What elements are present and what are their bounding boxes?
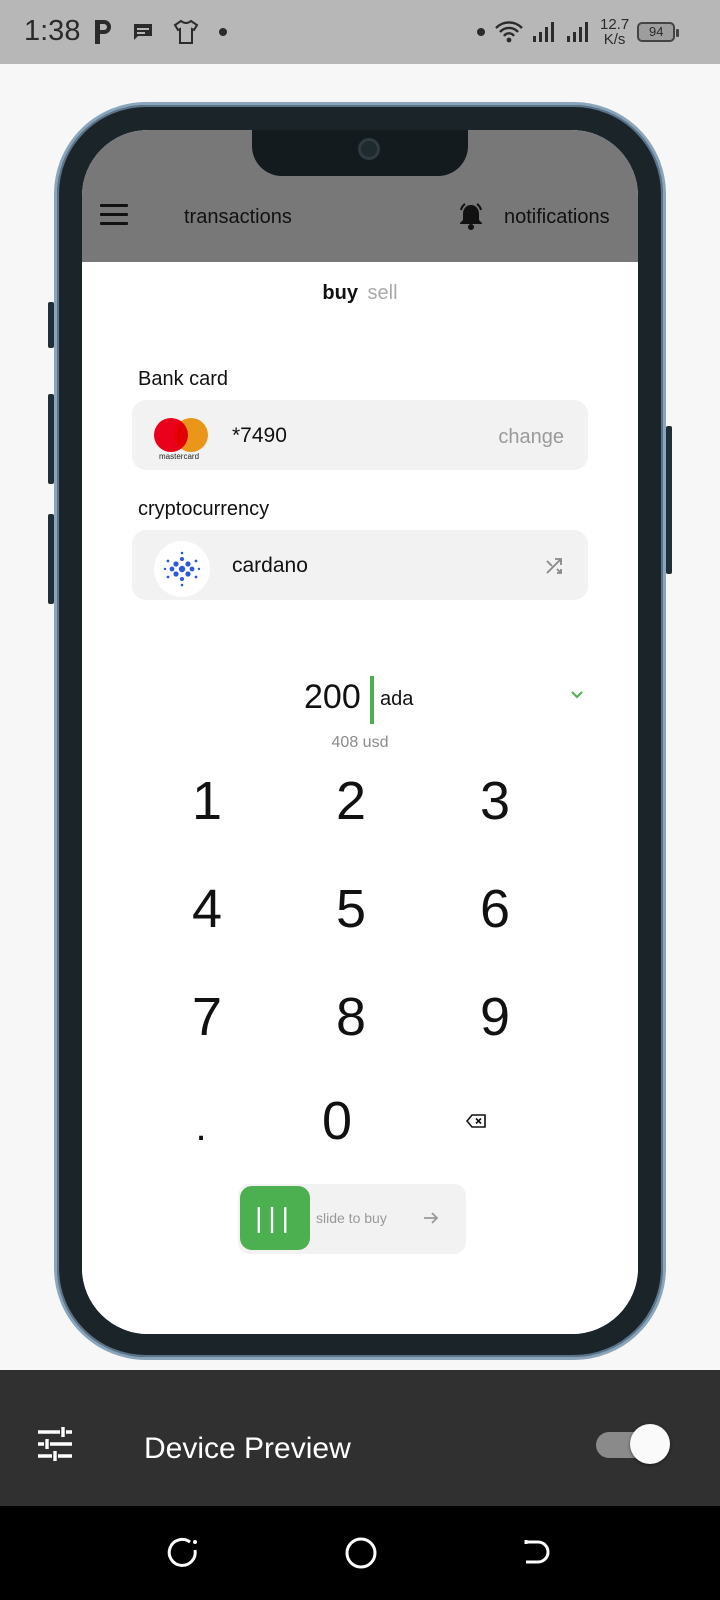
key-3[interactable]: 3 (450, 766, 540, 836)
system-nav-bar (0, 1506, 720, 1600)
dot-icon (477, 28, 485, 36)
phone-screen: transactions notifications buy sell Bank… (82, 130, 638, 1334)
recent-apps-icon[interactable] (166, 1536, 200, 1570)
camera-icon (358, 138, 380, 160)
amount-value[interactable]: 200 (304, 678, 361, 717)
settings-sliders-icon[interactable] (36, 1426, 74, 1462)
app-p-icon (95, 20, 111, 44)
key-2[interactable]: 2 (306, 766, 396, 836)
battery-icon: 94 (637, 22, 680, 42)
key-decimal[interactable]: . (156, 1092, 246, 1162)
slider-label: slide to buy (316, 1210, 387, 1226)
key-9[interactable]: 9 (450, 982, 540, 1052)
arrow-right-icon (424, 1212, 439, 1224)
network-speed-unit: K/s (603, 31, 626, 48)
cryptocurrency-label: cryptocurrency (138, 498, 270, 520)
tab-sell[interactable]: sell (368, 282, 398, 304)
key-8[interactable]: 8 (306, 982, 396, 1052)
device-preview-title: Device Preview (144, 1432, 351, 1465)
menu-icon[interactable] (100, 204, 128, 225)
fiat-equivalent: 408 usd (331, 734, 389, 751)
shuffle-icon[interactable] (544, 556, 566, 578)
device-preview-bar: Device Preview (0, 1370, 720, 1506)
mastercard-logo-text: mastercard (159, 452, 200, 461)
coin-name: cardano (232, 554, 308, 577)
text-caret (370, 676, 374, 724)
network-speed-value: 12.7 (600, 16, 630, 33)
key-7[interactable]: 7 (162, 982, 252, 1052)
tshirt-icon (173, 19, 199, 44)
status-bar: 1:38 12.7 K/s 94 (0, 0, 720, 64)
bank-card-label: Bank card (138, 368, 229, 390)
phone-side-button (666, 426, 672, 574)
key-6[interactable]: 6 (450, 874, 540, 944)
signal-icon (533, 22, 554, 42)
cardano-logo (154, 541, 210, 597)
signal-icon (567, 22, 588, 42)
cryptocurrency-field[interactable]: cardano (132, 530, 588, 600)
amount-unit[interactable]: ada (380, 688, 413, 711)
slider-handle[interactable]: ||| (240, 1186, 310, 1250)
bell-icon[interactable] (458, 202, 484, 230)
key-4[interactable]: 4 (162, 874, 252, 944)
notifications-link[interactable]: notifications (504, 206, 610, 229)
network-speed: 12.7 K/s (600, 17, 629, 47)
chevron-down-icon[interactable] (570, 690, 584, 700)
tab-buy[interactable]: buy (322, 282, 358, 304)
status-time: 1:38 (24, 15, 81, 47)
message-icon (134, 24, 152, 40)
backspace-icon[interactable] (466, 1114, 486, 1128)
status-left-icons (92, 14, 228, 50)
back-icon[interactable] (522, 1538, 552, 1568)
bank-card-field[interactable]: mastercard *7490 change (132, 400, 588, 470)
key-1[interactable]: 1 (162, 766, 252, 836)
home-icon[interactable] (344, 1536, 378, 1570)
buy-sell-tabs: buy sell (82, 282, 638, 305)
card-number: *7490 (232, 424, 287, 447)
mastercard-logo: mastercard (154, 416, 210, 462)
change-card-button[interactable]: change (498, 426, 564, 449)
app-bar-title[interactable]: transactions (184, 206, 292, 229)
slide-to-buy[interactable]: ||| slide to buy (238, 1184, 466, 1254)
key-0[interactable]: 0 (292, 1086, 382, 1156)
toggle-knob[interactable] (630, 1424, 670, 1464)
wifi-icon (495, 21, 523, 43)
key-5[interactable]: 5 (306, 874, 396, 944)
status-right-icons: 12.7 K/s 94 (476, 14, 680, 50)
dot-icon (219, 28, 227, 36)
